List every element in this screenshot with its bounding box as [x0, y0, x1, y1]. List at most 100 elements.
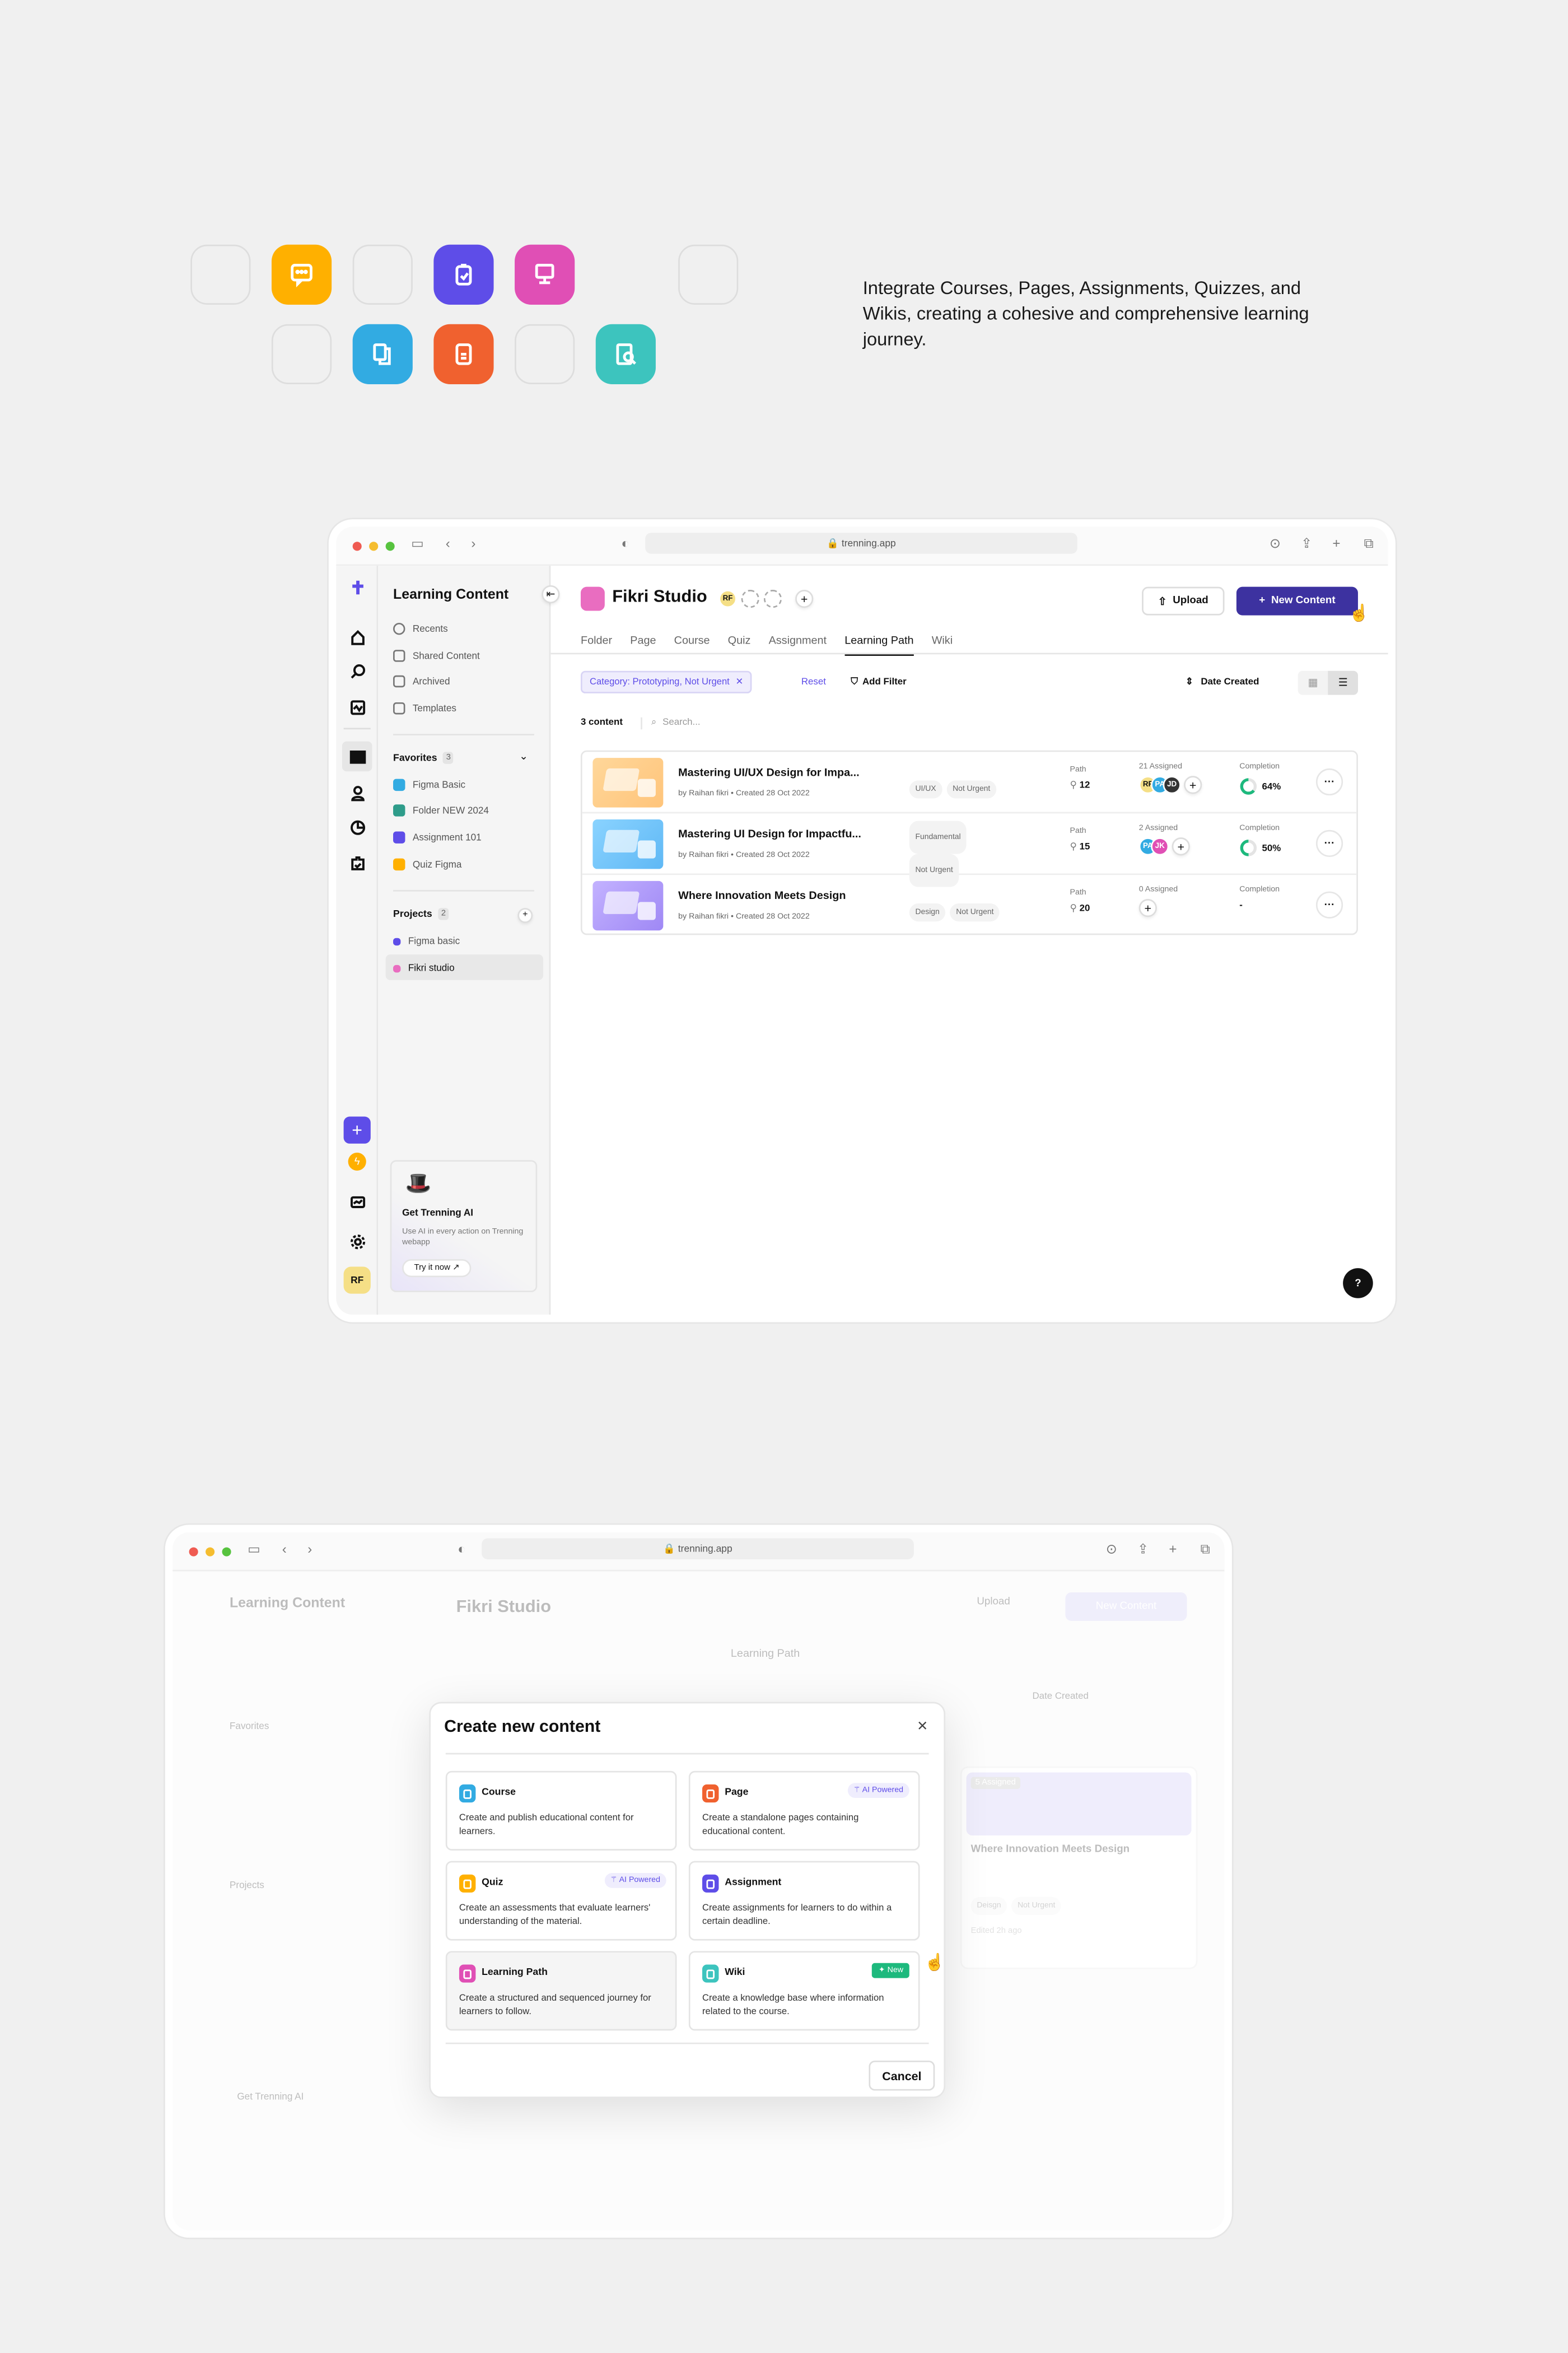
divider: [393, 889, 534, 892]
settings-icon[interactable]: [345, 1229, 369, 1254]
add-assignee-button[interactable]: +: [1172, 837, 1190, 856]
option-description: Create an assessments that evaluate lear…: [459, 1903, 651, 1928]
close-modal-icon[interactable]: ✕: [917, 1718, 928, 1735]
empty-member-icon[interactable]: [763, 590, 782, 608]
new-tab-icon[interactable]: +: [1169, 1541, 1177, 1557]
forward-icon[interactable]: ›: [471, 536, 475, 551]
content-title[interactable]: Where Innovation Meets Design: [678, 888, 846, 902]
lock-icon: 🔒: [827, 538, 842, 549]
add-member-button[interactable]: +: [795, 590, 814, 608]
maximize-dot[interactable]: [385, 542, 395, 551]
shared-icon: [393, 650, 405, 662]
project-item[interactable]: Figma basic: [393, 932, 460, 950]
reset-filter-link[interactable]: Reset: [801, 677, 826, 687]
collapse-sidebar-button[interactable]: ⇤: [542, 585, 560, 604]
grid-view-icon[interactable]: ▦: [1298, 671, 1328, 695]
presentation-icon[interactable]: [345, 1190, 369, 1214]
option-name: Learning Path: [482, 1967, 548, 1978]
member-avatar[interactable]: RF: [718, 590, 737, 608]
tabs-icon[interactable]: ⧉: [1364, 536, 1374, 551]
integrations-icon[interactable]: [345, 851, 369, 875]
new-tab-icon[interactable]: +: [1332, 536, 1340, 551]
option-description: Create assignments for learners to do wi…: [702, 1903, 892, 1928]
download-icon[interactable]: ⊙: [1106, 1541, 1117, 1557]
add-assignee-button[interactable]: +: [1138, 899, 1157, 917]
empty-member-icon[interactable]: [741, 590, 759, 608]
content-type-option-page[interactable]: Page ⚚ AI Powered Create a standalone pag…: [688, 1770, 920, 1851]
tabs-icon[interactable]: ⧉: [1201, 1541, 1210, 1557]
sidebar-item-archived[interactable]: Archived: [393, 672, 450, 690]
close-dot[interactable]: [189, 1547, 198, 1557]
upload-button[interactable]: ⇧ Upload: [1142, 586, 1225, 616]
close-dot[interactable]: [352, 542, 362, 551]
add-assignee-button[interactable]: +: [1184, 776, 1202, 794]
project-color-dot: [393, 964, 401, 972]
label: Fikri studio: [408, 962, 455, 973]
completion-value: 64%: [1262, 781, 1281, 792]
content-type-option-wiki[interactable]: Wiki ✦ New Create a knowledge base where …: [688, 1951, 920, 2031]
sort-button[interactable]: ⇕ Date Created: [1186, 677, 1259, 687]
table-row[interactable]: Mastering UI/UX Design for Impa... by Ra…: [582, 752, 1357, 814]
modal-divider: [445, 2042, 929, 2044]
content-title[interactable]: Mastering UI Design for Impactfu...: [678, 827, 861, 840]
more-options-button[interactable]: ···: [1315, 830, 1343, 857]
lightning-icon[interactable]: ϟ: [348, 1152, 366, 1171]
share-icon[interactable]: ⇪: [1137, 1541, 1149, 1557]
back-icon[interactable]: ‹: [282, 1541, 287, 1557]
help-button[interactable]: ?: [1343, 1268, 1373, 1298]
assignment-icon: [433, 244, 494, 305]
user-avatar[interactable]: RF: [343, 1266, 371, 1294]
sidebar-toggle-icon[interactable]: ▭: [248, 1541, 260, 1557]
tag: Fundamental: [909, 821, 967, 854]
home-icon[interactable]: [345, 625, 369, 649]
share-icon[interactable]: ⇪: [1301, 536, 1312, 551]
content-meta: by Raihan fikri • Created 28 Oct 2022: [678, 912, 810, 922]
content-title[interactable]: Mastering UI/UX Design for Impa...: [678, 766, 860, 779]
wiki-icon: [702, 1964, 719, 1983]
analytics-icon[interactable]: [345, 815, 369, 839]
content-type-option-learning-path[interactable]: Learning Path Create a structured and se…: [445, 1951, 677, 2031]
add-project-button[interactable]: +: [517, 908, 533, 923]
minimize-dot[interactable]: [206, 1547, 215, 1557]
minimize-dot[interactable]: [369, 542, 379, 551]
cancel-button[interactable]: Cancel: [869, 2060, 935, 2091]
table-row[interactable]: Mastering UI Design for Impactfu... by R…: [582, 813, 1357, 887]
search-icon[interactable]: [345, 659, 369, 683]
content-type-option-course[interactable]: Course Create and publish educational co…: [445, 1770, 677, 1851]
list-view-icon[interactable]: ☰: [1328, 670, 1358, 695]
learning-content-icon[interactable]: [342, 741, 372, 772]
chevron-down-icon[interactable]: ⌄: [519, 751, 528, 762]
new-content-button[interactable]: + New Content: [1236, 586, 1358, 616]
sidebar-item-templates[interactable]: Templates: [393, 700, 456, 717]
url-bar[interactable]: 🔒 trenning.app: [645, 533, 1077, 554]
workspace-title: Fikri Studio: [456, 1598, 552, 1616]
download-icon[interactable]: ⊙: [1270, 536, 1281, 551]
favorite-item[interactable]: Assignment 101: [393, 828, 482, 846]
more-options-button[interactable]: ···: [1315, 768, 1343, 796]
favorite-item[interactable]: Quiz Figma: [393, 855, 461, 873]
filter-chip[interactable]: Category: Prototyping, Not Urgent ✕: [580, 670, 753, 693]
favorite-item[interactable]: Folder NEW 2024: [393, 802, 489, 819]
table-row[interactable]: Where Innovation Meets Design by Raihan …: [582, 875, 1357, 934]
sidebar-toggle-icon[interactable]: ▭: [411, 536, 424, 551]
more-options-button[interactable]: ···: [1315, 891, 1343, 919]
favorite-item[interactable]: Figma Basic: [393, 776, 465, 794]
activity-icon[interactable]: [345, 695, 369, 719]
remove-filter-icon[interactable]: ✕: [735, 677, 743, 687]
content-type-option-quiz[interactable]: Quiz ⚚ AI Powered Create an assessments t…: [445, 1861, 677, 1941]
back-icon[interactable]: ‹: [446, 536, 450, 551]
sidebar-item-recents[interactable]: Recents: [393, 620, 448, 638]
try-it-now-button[interactable]: Try it now ↗: [402, 1259, 472, 1278]
content-type-option-assignment[interactable]: Assignment Create assignments for learne…: [688, 1861, 920, 1941]
search-input[interactable]: ⌕ Search...: [641, 717, 701, 730]
sidebar-item-shared[interactable]: Shared Content: [393, 647, 480, 665]
forward-icon[interactable]: ›: [307, 1541, 312, 1557]
favorites-header[interactable]: Favorites 3: [393, 752, 454, 764]
user-icon[interactable]: [345, 780, 369, 804]
project-item-active[interactable]: Fikri studio: [393, 959, 455, 977]
add-filter-button[interactable]: ⛉ Add Filter: [851, 677, 906, 688]
create-button[interactable]: +: [343, 1116, 371, 1144]
path-count: 20: [1079, 903, 1090, 914]
maximize-dot[interactable]: [222, 1547, 231, 1557]
url-bar[interactable]: 🔒 trenning.app: [482, 1538, 914, 1560]
